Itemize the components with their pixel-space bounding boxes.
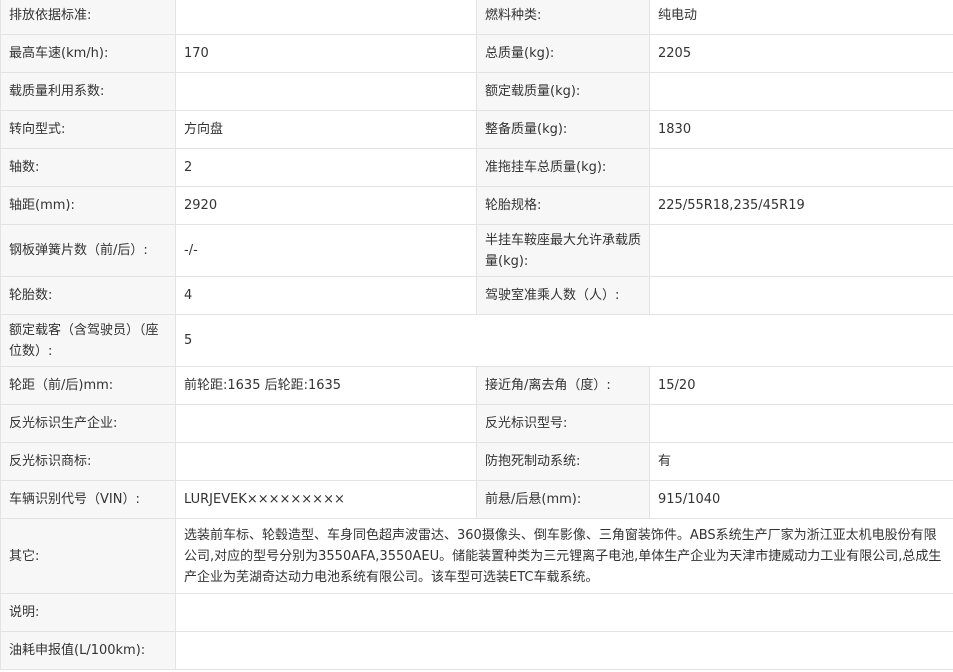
max-speed-label: 最高车速(km/h): (0, 34, 176, 73)
table-row: 轴距(mm): 2920 轮胎规格: 225/55R18,235/45R19 (0, 186, 953, 225)
vin-label: 车辆识别代号（VIN）: (0, 480, 176, 519)
abs-label: 防抱死制动系统: (476, 442, 650, 481)
max-speed-value: 170 (175, 34, 477, 73)
table-row: 反光标识商标: 防抱死制动系统: 有 (0, 442, 953, 481)
table-row: 车辆识别代号（VIN）: LURJEVEK××××××××× 前悬/后悬(mm)… (0, 480, 953, 519)
fuel-type-value: 纯电动 (649, 0, 953, 35)
saddle-load-label: 半挂车鞍座最大允许承载质量(kg): (476, 224, 650, 277)
reflector-model-value (649, 404, 953, 443)
steering-type-label: 转向型式: (0, 110, 176, 149)
table-row: 反光标识生产企业: 反光标识型号: (0, 404, 953, 443)
trailer-mass-value (649, 148, 953, 187)
vehicle-spec-table: 排放依据标准: 燃料种类: 纯电动 最高车速(km/h): 170 总质量(kg… (0, 0, 953, 670)
fuel-type-label: 燃料种类: (476, 0, 650, 35)
reflector-model-label: 反光标识型号: (476, 404, 650, 443)
table-row: 轴数: 2 准拖挂车总质量(kg): (0, 148, 953, 187)
tire-count-value: 4 (175, 276, 477, 315)
table-row: 油耗申报值(L/100km): (0, 631, 953, 670)
table-row: 最高车速(km/h): 170 总质量(kg): 2205 (0, 34, 953, 73)
leaf-spring-value: -/- (175, 224, 477, 277)
reflector-brand-value (175, 442, 477, 481)
notes-value (175, 593, 953, 632)
axle-count-value: 2 (175, 148, 477, 187)
gross-mass-label: 总质量(kg): (476, 34, 650, 73)
reflector-maker-value (175, 404, 477, 443)
table-row: 轮胎数: 4 驾驶室准乘人数（人）: (0, 276, 953, 315)
fuel-consumption-label: 油耗申报值(L/100km): (0, 631, 176, 670)
axle-count-label: 轴数: (0, 148, 176, 187)
fuel-consumption-value (175, 631, 953, 670)
emission-standard-value (175, 0, 477, 35)
table-row: 其它: 选装前车标、轮毂造型、车身同色超声波雷达、360摄像头、倒车影像、三角窗… (0, 518, 953, 594)
track-width-label: 轮距（前/后)mm: (0, 366, 176, 405)
load-utilization-label: 载质量利用系数: (0, 72, 176, 111)
curb-mass-value: 1830 (649, 110, 953, 149)
trailer-mass-label: 准拖挂车总质量(kg): (476, 148, 650, 187)
table-row: 钢板弹簧片数（前/后）: -/- 半挂车鞍座最大允许承载质量(kg): (0, 224, 953, 277)
saddle-load-value (649, 224, 953, 277)
tire-count-label: 轮胎数: (0, 276, 176, 315)
other-value: 选装前车标、轮毂造型、车身同色超声波雷达、360摄像头、倒车影像、三角窗装饰件。… (175, 518, 953, 594)
approach-departure-label: 接近角/离去角（度）: (476, 366, 650, 405)
table-row: 说明: (0, 593, 953, 632)
rated-passengers-label: 额定载客（含驾驶员）（座位数）: (0, 314, 176, 367)
vin-value: LURJEVEK××××××××× (175, 480, 477, 519)
reflector-maker-label: 反光标识生产企业: (0, 404, 176, 443)
overhang-value: 915/1040 (649, 480, 953, 519)
table-row: 转向型式: 方向盘 整备质量(kg): 1830 (0, 110, 953, 149)
table-row: 额定载客（含驾驶员）（座位数）: 5 (0, 314, 953, 367)
load-utilization-value (175, 72, 477, 111)
curb-mass-label: 整备质量(kg): (476, 110, 650, 149)
wheelbase-label: 轴距(mm): (0, 186, 176, 225)
gross-mass-value: 2205 (649, 34, 953, 73)
steering-type-value: 方向盘 (175, 110, 477, 149)
emission-standard-label: 排放依据标准: (0, 0, 176, 35)
approach-departure-value: 15/20 (649, 366, 953, 405)
cab-capacity-label: 驾驶室准乘人数（人）: (476, 276, 650, 315)
cab-capacity-value (649, 276, 953, 315)
rated-load-label: 额定载质量(kg): (476, 72, 650, 111)
track-width-value: 前轮距:1635 后轮距:1635 (175, 366, 477, 405)
reflector-brand-label: 反光标识商标: (0, 442, 176, 481)
other-label: 其它: (0, 518, 176, 594)
overhang-label: 前悬/后悬(mm): (476, 480, 650, 519)
abs-value: 有 (649, 442, 953, 481)
tire-spec-label: 轮胎规格: (476, 186, 650, 225)
notes-label: 说明: (0, 593, 176, 632)
table-row: 轮距（前/后)mm: 前轮距:1635 后轮距:1635 接近角/离去角（度）:… (0, 366, 953, 405)
table-row: 排放依据标准: 燃料种类: 纯电动 (0, 0, 953, 35)
wheelbase-value: 2920 (175, 186, 477, 225)
tire-spec-value: 225/55R18,235/45R19 (649, 186, 953, 225)
table-row: 载质量利用系数: 额定载质量(kg): (0, 72, 953, 111)
rated-load-value (649, 72, 953, 111)
leaf-spring-label: 钢板弹簧片数（前/后）: (0, 224, 176, 277)
rated-passengers-value: 5 (175, 314, 953, 367)
